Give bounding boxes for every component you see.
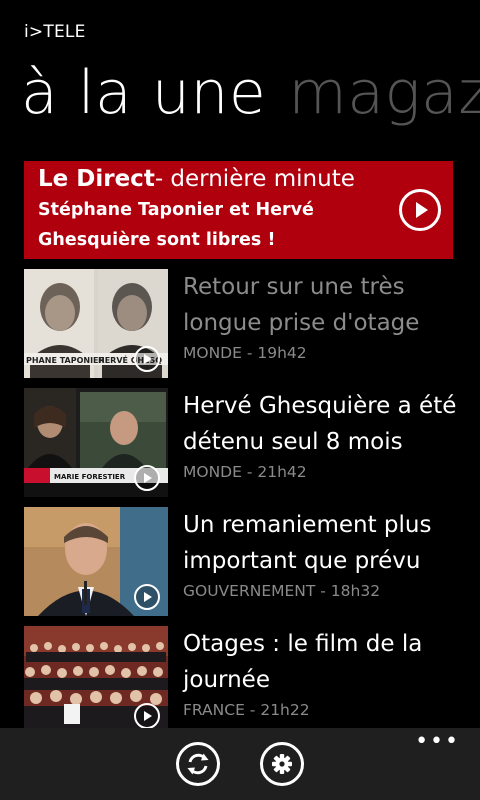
- news-time: 21h42: [257, 463, 307, 481]
- news-item[interactable]: MARIE FORESTIER Hervé Ghesquière a été d…: [24, 388, 480, 507]
- thumb-caption: MARIE FORESTIER: [54, 473, 126, 481]
- pivot-header: à la une magazine: [21, 57, 480, 129]
- news-meta: MONDE - 19h42: [183, 343, 473, 363]
- app-title: i>TELE: [24, 22, 86, 42]
- live-sublabel: - dernière minute: [154, 166, 355, 192]
- news-time: 21h22: [260, 701, 310, 719]
- news-meta: FRANCE - 21h22: [183, 700, 473, 720]
- video-play-icon: [134, 703, 160, 729]
- pivot-tab-a-la-une[interactable]: à la une: [21, 58, 266, 128]
- news-category: MONDE: [183, 463, 242, 481]
- live-banner-label: Le Direct- dernière minute: [38, 163, 439, 195]
- news-item-text: Otages : le film de la journée FRANCE - …: [183, 626, 473, 720]
- thumb-caption-left: PHANE TAPONIER: [26, 356, 105, 365]
- meta-separator: -: [241, 344, 258, 362]
- news-item-text: Retour sur une très longue prise d'otage…: [183, 269, 473, 363]
- news-title: Hervé Ghesquière a été détenu seul 8 moi…: [183, 393, 457, 455]
- refresh-icon: [187, 753, 209, 775]
- app-bar: •••: [0, 728, 480, 800]
- refresh-button[interactable]: [176, 742, 220, 786]
- video-play-icon: [134, 584, 160, 610]
- news-meta: MONDE - 21h42: [183, 462, 473, 482]
- news-item[interactable]: PHANE TAPONIER HERVÉ GHESQ Retour sur un…: [24, 269, 480, 388]
- live-label: Le Direct: [38, 166, 155, 192]
- news-time: 19h42: [257, 344, 307, 362]
- news-category: GOUVERNEMENT: [183, 582, 316, 600]
- more-options-button[interactable]: •••: [415, 731, 460, 753]
- news-title: Retour sur une très longue prise d'otage: [183, 274, 420, 336]
- news-item-text: Hervé Ghesquière a été détenu seul 8 moi…: [183, 388, 473, 482]
- news-thumbnail: [24, 507, 168, 616]
- news-meta: GOUVERNEMENT - 18h32: [183, 581, 473, 601]
- play-icon[interactable]: [399, 189, 441, 231]
- meta-separator: -: [315, 582, 331, 600]
- live-headline: Stéphane Taponier et Hervé Ghesquière so…: [38, 200, 314, 250]
- news-time: 18h32: [330, 582, 381, 600]
- news-category: FRANCE: [183, 701, 245, 719]
- pivot-tab-magazine[interactable]: magazine: [288, 58, 480, 128]
- video-play-icon: [134, 346, 160, 372]
- news-category: MONDE: [183, 344, 242, 362]
- news-thumbnail: MARIE FORESTIER: [24, 388, 168, 497]
- gear-icon: [272, 754, 292, 774]
- news-thumbnail: PHANE TAPONIER HERVÉ GHESQ: [24, 269, 168, 378]
- news-item-text: Un remaniement plus important que prévu …: [183, 507, 473, 601]
- news-list: PHANE TAPONIER HERVÉ GHESQ Retour sur un…: [24, 269, 480, 745]
- app-root: i>TELE à la une magazine Le Direct- derni…: [0, 0, 480, 800]
- news-title: Otages : le film de la journée: [183, 631, 423, 693]
- news-item[interactable]: Un remaniement plus important que prévu …: [24, 507, 480, 626]
- meta-separator: -: [244, 701, 261, 719]
- meta-separator: -: [241, 463, 258, 481]
- news-title: Un remaniement plus important que prévu: [183, 512, 432, 574]
- video-play-icon: [134, 465, 160, 491]
- settings-button[interactable]: [260, 742, 304, 786]
- live-banner[interactable]: Le Direct- dernière minute Stéphane Tapo…: [24, 161, 453, 259]
- news-thumbnail: [24, 626, 168, 735]
